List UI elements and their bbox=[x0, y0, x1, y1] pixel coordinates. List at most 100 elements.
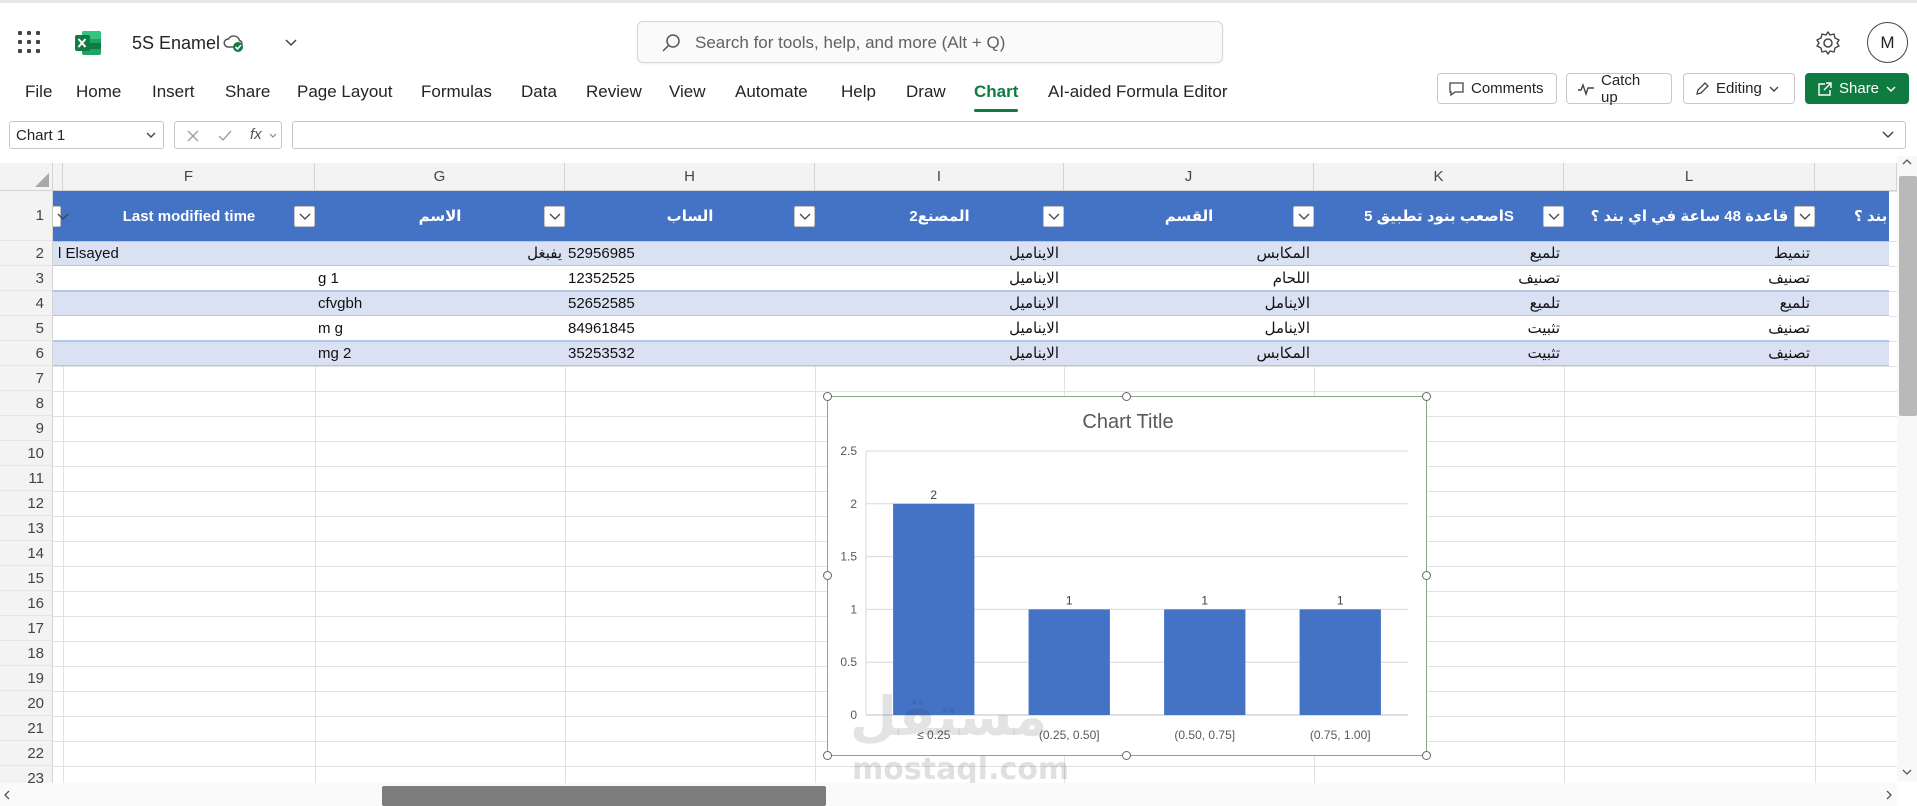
row-header-4[interactable]: 4 bbox=[0, 291, 53, 316]
row-header-17[interactable]: 17 bbox=[0, 616, 53, 641]
row-header-8[interactable]: 8 bbox=[0, 391, 53, 416]
document-title[interactable]: 5S Enamel bbox=[132, 33, 220, 54]
select-all-corner[interactable] bbox=[0, 163, 53, 191]
table-cell[interactable]: 52652585 bbox=[568, 291, 812, 316]
gear-icon[interactable] bbox=[1814, 29, 1842, 57]
row-header-1[interactable]: 1 bbox=[0, 191, 53, 241]
insert-function-icon[interactable]: fx bbox=[250, 126, 262, 143]
tab-help[interactable]: Help bbox=[841, 82, 876, 102]
table-cell[interactable]: تنميط bbox=[1564, 241, 1810, 266]
table-cell[interactable]: 84961845 bbox=[568, 316, 812, 341]
row-header-19[interactable]: 19 bbox=[0, 666, 53, 691]
resize-handle[interactable] bbox=[823, 392, 832, 401]
table-cell[interactable]: المكابس bbox=[1064, 341, 1310, 366]
table-cell[interactable]: تلميع bbox=[1564, 291, 1810, 316]
column-header-g[interactable]: G bbox=[315, 163, 565, 191]
row-header-10[interactable]: 10 bbox=[0, 441, 53, 466]
table-header-cell[interactable]: اصعب بنود تطبيق 5S bbox=[1314, 191, 1564, 241]
table-cell[interactable]: 12352525 bbox=[568, 266, 812, 291]
row-header-5[interactable]: 5 bbox=[0, 316, 53, 341]
tab-home[interactable]: Home bbox=[76, 82, 121, 102]
chart-bar[interactable] bbox=[893, 503, 975, 715]
table-cell[interactable]: g 1 bbox=[318, 266, 562, 291]
table-cell[interactable]: تثبيت bbox=[1314, 341, 1560, 366]
chart-bar[interactable] bbox=[1299, 609, 1381, 715]
filter-dropdown-button[interactable] bbox=[52, 206, 69, 227]
table-cell[interactable]: الاينامل bbox=[1064, 291, 1310, 316]
cancel-icon[interactable] bbox=[186, 129, 200, 143]
column-header-h[interactable]: H bbox=[565, 163, 815, 191]
tab-insert[interactable]: Insert bbox=[152, 82, 195, 102]
table-cell[interactable]: l Elsayed bbox=[58, 241, 308, 266]
chevron-down-icon[interactable] bbox=[1881, 130, 1895, 140]
filter-dropdown-button[interactable] bbox=[1543, 206, 1564, 227]
resize-handle[interactable] bbox=[1122, 751, 1131, 760]
table-cell[interactable]: cfvgbh bbox=[318, 291, 562, 316]
row-header-9[interactable]: 9 bbox=[0, 416, 53, 441]
row-header-12[interactable]: 12 bbox=[0, 491, 53, 516]
vertical-scroll-thumb[interactable] bbox=[1899, 176, 1917, 416]
resize-handle[interactable] bbox=[1422, 571, 1431, 580]
horizontal-scrollbar[interactable] bbox=[0, 783, 1897, 806]
column-header-l[interactable]: L bbox=[1564, 163, 1815, 191]
filter-dropdown-button[interactable] bbox=[1794, 206, 1815, 227]
tab-automate[interactable]: Automate bbox=[735, 82, 808, 102]
tab-draw[interactable]: Draw bbox=[906, 82, 946, 102]
column-header-k[interactable]: K bbox=[1314, 163, 1564, 191]
share-button[interactable]: Share bbox=[1805, 73, 1909, 104]
tab-formulas[interactable]: Formulas bbox=[421, 82, 492, 102]
tab-file[interactable]: File bbox=[25, 82, 52, 102]
table-cell[interactable]: mg 2 bbox=[318, 341, 562, 366]
row-header-13[interactable]: 13 bbox=[0, 516, 53, 541]
row-header-6[interactable]: 6 bbox=[0, 341, 53, 366]
chevron-down-icon[interactable] bbox=[269, 133, 277, 139]
horizontal-scroll-thumb[interactable] bbox=[382, 786, 826, 806]
row-header-3[interactable]: 3 bbox=[0, 266, 53, 291]
table-header-cell[interactable]: القسم bbox=[1064, 191, 1314, 241]
row-header-11[interactable]: 11 bbox=[0, 466, 53, 491]
scroll-down-icon[interactable] bbox=[1902, 768, 1912, 776]
column-header-i[interactable]: I bbox=[815, 163, 1064, 191]
table-cell[interactable]: الايناميل bbox=[815, 341, 1059, 366]
table-header-cell[interactable]: قاعدة 48 ساعة في اي بند ؟ bbox=[1564, 191, 1815, 241]
table-cell[interactable]: تصنيف bbox=[1564, 341, 1810, 366]
chart-title[interactable]: Chart Title bbox=[1082, 411, 1173, 433]
table-cell[interactable]: الايناميل bbox=[815, 316, 1059, 341]
column-header-partial[interactable] bbox=[53, 163, 63, 191]
table-header-cell[interactable]: المصنع2 bbox=[815, 191, 1064, 241]
table-cell[interactable]: 35253532 bbox=[568, 341, 812, 366]
table-cell[interactable]: المكابس bbox=[1064, 241, 1310, 266]
table-cell[interactable]: تصنيف bbox=[1564, 316, 1810, 341]
resize-handle[interactable] bbox=[1122, 392, 1131, 401]
search-box[interactable]: Search for tools, help, and more (Alt + … bbox=[637, 21, 1223, 63]
scroll-left-icon[interactable] bbox=[3, 790, 11, 800]
row-header-20[interactable]: 20 bbox=[0, 691, 53, 716]
row-header-22[interactable]: 22 bbox=[0, 741, 53, 766]
tab-chart[interactable]: Chart bbox=[974, 82, 1019, 112]
table-cell[interactable]: تصنيف bbox=[1564, 266, 1810, 291]
row-header-21[interactable]: 21 bbox=[0, 716, 53, 741]
column-header-j[interactable]: J bbox=[1064, 163, 1314, 191]
cloud-saved-icon[interactable] bbox=[222, 32, 246, 54]
formula-input[interactable] bbox=[292, 121, 1906, 149]
table-cell[interactable]: اللحام bbox=[1064, 266, 1310, 291]
filter-dropdown-button[interactable] bbox=[544, 206, 565, 227]
filter-dropdown-button[interactable] bbox=[294, 206, 315, 227]
row-header-2[interactable]: 2 bbox=[0, 241, 53, 266]
table-cell[interactable]: الايناميل bbox=[815, 266, 1059, 291]
filter-dropdown-button[interactable] bbox=[1043, 206, 1064, 227]
table-cell[interactable]: تلميع bbox=[1314, 241, 1560, 266]
column-header-partial[interactable] bbox=[1815, 163, 1897, 191]
row-header-16[interactable]: 16 bbox=[0, 591, 53, 616]
row-header-15[interactable]: 15 bbox=[0, 566, 53, 591]
avatar[interactable]: M bbox=[1867, 22, 1908, 63]
scroll-up-icon[interactable] bbox=[1902, 158, 1912, 166]
resize-handle[interactable] bbox=[823, 751, 832, 760]
resize-handle[interactable] bbox=[823, 571, 832, 580]
tab-view[interactable]: View bbox=[669, 82, 706, 102]
check-icon[interactable] bbox=[217, 129, 233, 143]
filter-dropdown-button[interactable] bbox=[794, 206, 815, 227]
row-header-14[interactable]: 14 bbox=[0, 541, 53, 566]
chevron-down-icon[interactable] bbox=[145, 130, 157, 140]
table-header-cell[interactable]: Last modified time bbox=[63, 191, 315, 241]
